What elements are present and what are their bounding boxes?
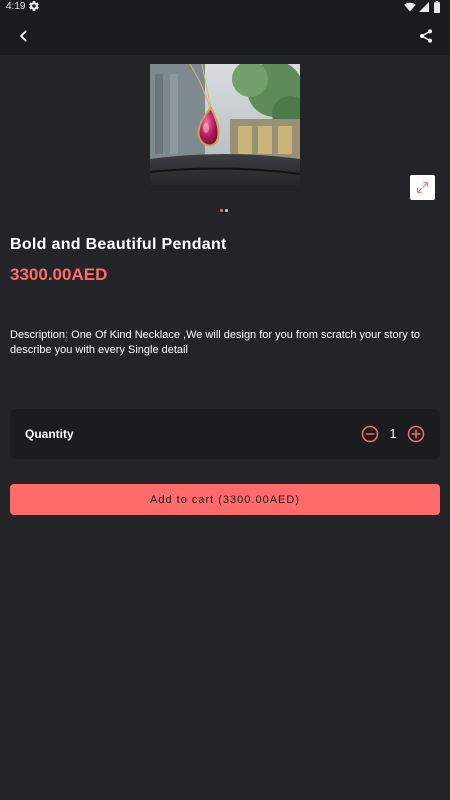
pager-dot-active[interactable] [220,209,223,212]
product-price: 3300.00AED [10,265,108,284]
status-icons [404,1,444,13]
status-time: 4:19 [6,1,26,12]
plus-circle-icon[interactable] [407,425,425,443]
product-description: Description: One Of Kind Necklace ,We wi… [10,329,421,356]
expand-icon [417,182,428,193]
share-icon [420,29,432,43]
expand-image-button[interactable] [410,175,435,200]
back-button[interactable] [12,24,36,48]
gear-icon [29,1,39,12]
add-to-cart-button[interactable]: Add to cart (3300.00AED) [10,484,440,515]
signal-icon [419,2,429,12]
battery-icon [434,1,440,13]
wifi-icon [404,2,416,12]
product-title: Bold and Beautiful Pendant [10,236,227,253]
image-pager-dots [220,209,232,213]
quantity-card: Quantity 1 [10,409,440,459]
pager-dot[interactable] [225,209,228,212]
minus-circle-icon[interactable] [361,425,379,443]
quantity-value: 1 [389,426,397,441]
status-bar: 4:19 [0,0,450,14]
app-bar [0,14,450,55]
quantity-label: Quantity [25,427,74,441]
product-detail-screen: 4:19 Bold and Beautiful Pendant 3300.00A… [0,0,450,800]
product-image[interactable] [150,64,300,191]
arrow-back-icon [20,30,27,42]
pendant-photo [150,64,300,191]
share-button[interactable] [414,24,438,48]
